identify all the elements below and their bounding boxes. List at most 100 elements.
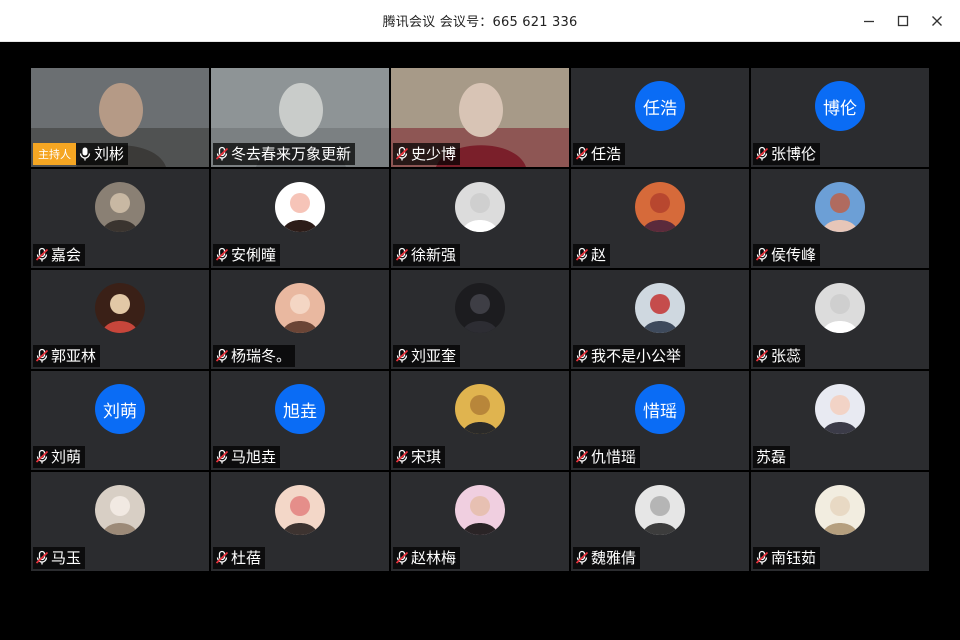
name-bar: 任浩 [573,143,626,165]
participant-name: 宋琪 [411,448,442,466]
participant-name: 侯传峰 [771,246,817,264]
participant-tile[interactable]: 赵林梅 [391,472,569,571]
avatar [455,384,505,434]
name-bar: 仇惜瑶 [573,446,641,468]
participant-tile[interactable]: 南钰茹 [751,472,929,571]
name-bar: 宋琪 [393,446,446,468]
name-bar: 赵林梅 [393,547,461,569]
name-bar: 史少博 [393,143,461,165]
participant-tile[interactable]: 宋琪 [391,371,569,470]
minimize-button[interactable] [852,6,886,36]
title-bar[interactable]: 腾讯会议 会议号：665 621 336 [0,0,960,42]
avatar [815,182,865,232]
window-controls [852,0,954,42]
participant-name: 郭亚林 [51,347,97,365]
participant-name: 赵 [591,246,607,264]
avatar [95,182,145,232]
participant-name-tag: 侯传峰 [753,244,821,266]
participant-name-tag: 仇惜瑶 [573,446,641,468]
participant-name: 安俐曈 [231,246,277,264]
participant-name: 史少博 [411,145,457,163]
avatar [815,485,865,535]
participant-name: 苏磊 [756,448,787,466]
close-button[interactable] [920,6,954,36]
close-icon [932,16,942,26]
participant-tile[interactable]: 我不是小公举 [571,270,749,369]
name-bar: 徐新强 [393,244,461,266]
mic-muted-icon [214,244,230,266]
participant-name-tag: 张蕊 [753,345,806,367]
participant-name-tag: 冬去春来万象更新 [213,143,356,165]
mic-muted-icon [394,547,410,569]
participant-name: 冬去春来万象更新 [231,145,352,163]
participant-tile[interactable]: 郭亚林 [31,270,209,369]
participant-tile[interactable]: 安俐曈 [211,169,389,268]
participant-tile[interactable]: 徐新强 [391,169,569,268]
participant-name-tag: 南钰茹 [753,547,821,569]
participant-name: 魏雅倩 [591,549,637,567]
participant-tile[interactable]: 马玉 [31,472,209,571]
participant-tile[interactable]: 旭垚马旭垚 [211,371,389,470]
participant-tile[interactable]: 赵 [571,169,749,268]
name-bar: 南钰茹 [753,547,821,569]
name-bar: 杨瑞冬。 [213,345,296,367]
participant-tile[interactable]: 主持人 刘彬 [31,68,209,167]
participant-tile[interactable]: 任浩 任浩 [571,68,749,167]
avatar [95,283,145,333]
participant-name-tag: 任浩 [573,143,626,165]
avatar [275,283,325,333]
participant-tile[interactable]: 侯传峰 [751,169,929,268]
participant-name-tag: 刘彬 [76,143,129,165]
mic-muted-icon [34,446,50,468]
participant-tile[interactable]: 杜蓓 [211,472,389,571]
participant-tile[interactable]: 杨瑞冬。 [211,270,389,369]
participant-name: 张博伦 [771,145,817,163]
participant-tile[interactable]: 嘉会 [31,169,209,268]
mic-muted-icon [754,143,770,165]
participant-name-tag: 宋琪 [393,446,446,468]
participant-name: 马玉 [51,549,82,567]
participant-tile[interactable]: 博伦 张博伦 [751,68,929,167]
name-bar: 魏雅倩 [573,547,641,569]
meeting-window: 腾讯会议 会议号：665 621 336 主持人 刘彬 冬去春来万象更新 史少博 任浩任… [0,0,960,640]
participant-name: 张蕊 [771,347,802,365]
mic-muted-icon [34,244,50,266]
mic-muted-icon [394,345,410,367]
mic-muted-icon [574,345,590,367]
participant-name-tag: 徐新强 [393,244,461,266]
participant-tile[interactable]: 刘萌 刘萌 [31,371,209,470]
mic-icon [77,143,93,165]
participant-tile[interactable]: 张蕊 [751,270,929,369]
initials-avatar: 旭垚 [275,384,325,434]
name-bar: 冬去春来万象更新 [213,143,356,165]
maximize-button[interactable] [886,6,920,36]
avatar [815,283,865,333]
name-bar: 苏磊 [753,446,791,468]
mic-muted-icon [574,143,590,165]
mic-muted-icon [34,345,50,367]
participant-name: 刘亚奎 [411,347,457,365]
avatar [635,182,685,232]
participant-name-tag: 刘亚奎 [393,345,461,367]
avatar [455,283,505,333]
participant-name-tag: 赵林梅 [393,547,461,569]
name-bar: 嘉会 [33,244,86,266]
participant-tile[interactable]: 苏磊 [751,371,929,470]
participant-tile[interactable]: 冬去春来万象更新 [211,68,389,167]
mic-muted-icon [574,547,590,569]
participant-tile[interactable]: 史少博 [391,68,569,167]
name-bar: 杜蓓 [213,547,266,569]
participant-tile[interactable]: 刘亚奎 [391,270,569,369]
participant-tile[interactable]: 惜瑶 仇惜瑶 [571,371,749,470]
mic-muted-icon [754,547,770,569]
avatar [635,485,685,535]
participant-name: 任浩 [591,145,622,163]
participant-name-tag: 苏磊 [753,446,791,468]
participant-tile[interactable]: 魏雅倩 [571,472,749,571]
mic-muted-icon [754,345,770,367]
participant-name: 杜蓓 [231,549,262,567]
participant-name: 马旭垚 [231,448,277,466]
name-bar: 赵 [573,244,611,266]
avatar [635,283,685,333]
participant-name: 徐新强 [411,246,457,264]
